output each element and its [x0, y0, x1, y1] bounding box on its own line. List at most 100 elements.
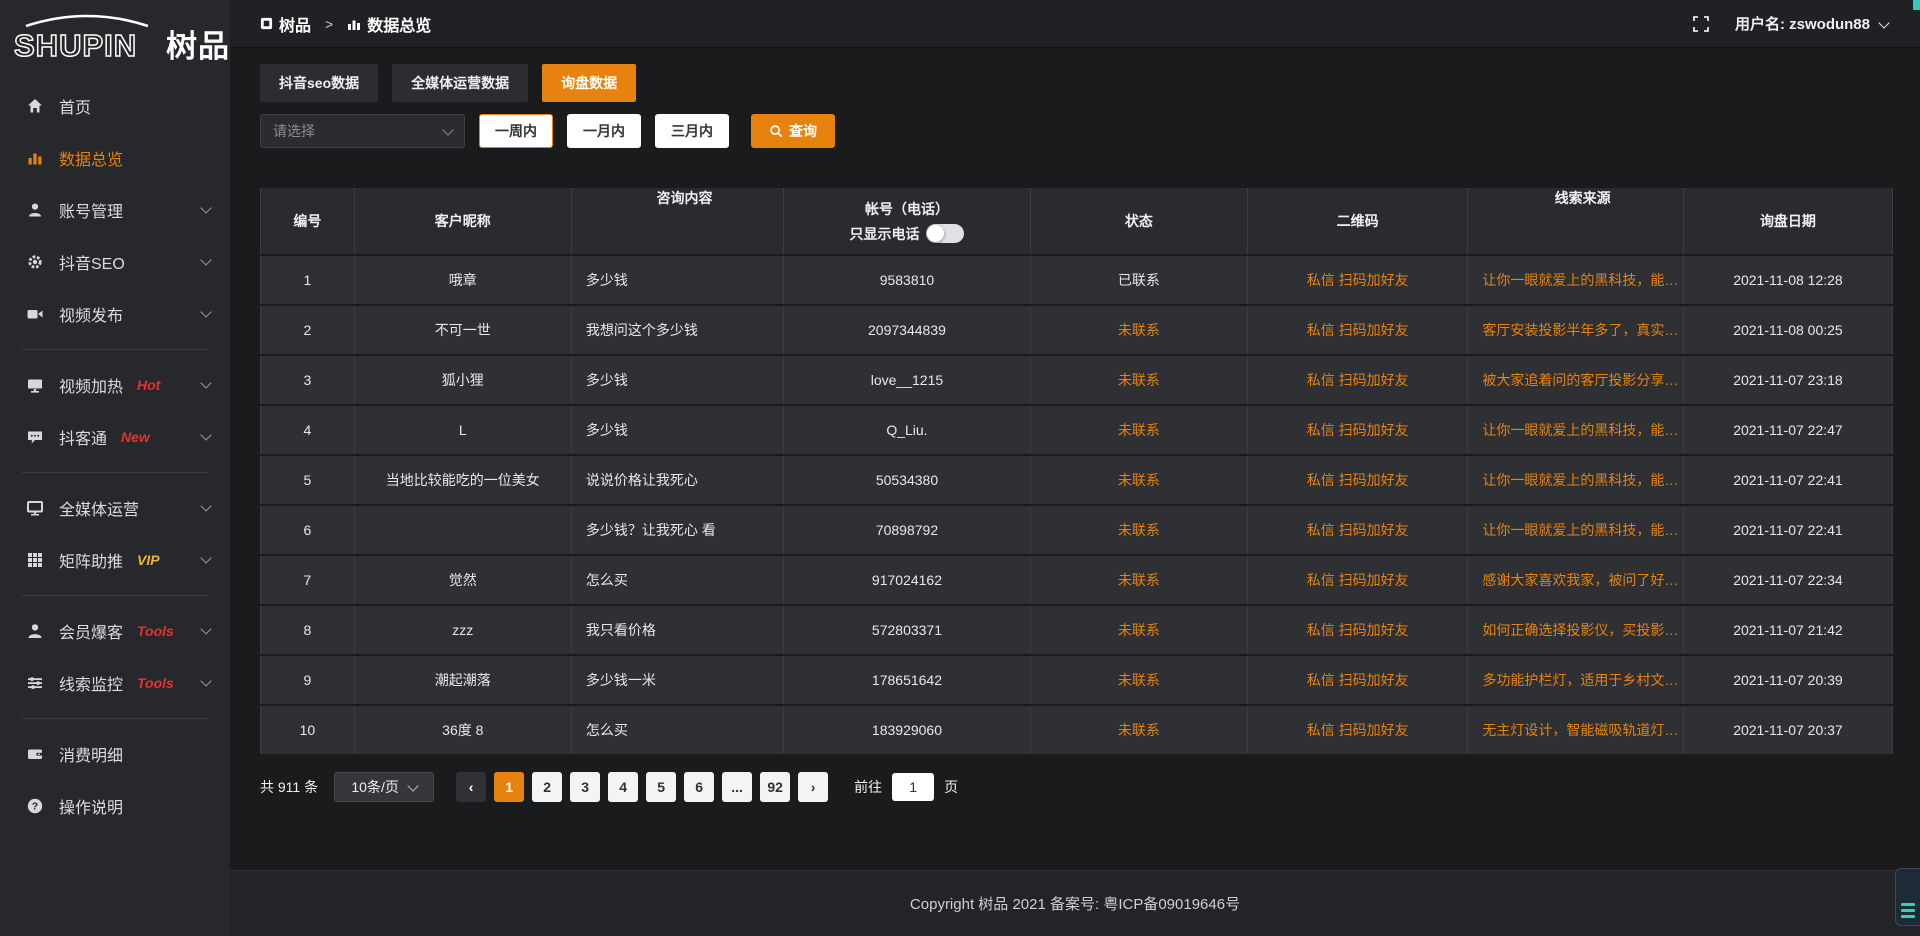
sidebar-item-consumption-detail[interactable]: 消费明细	[0, 728, 230, 780]
page-button[interactable]: 3	[570, 772, 600, 802]
page-button[interactable]: 2	[532, 772, 562, 802]
cell-date: 2021-11-07 23:18	[1684, 356, 1893, 404]
range-month-button[interactable]: 一月内	[567, 114, 641, 148]
tab-inquiry-data[interactable]: 询盘数据	[542, 64, 636, 102]
tab-media-operation-data[interactable]: 全媒体运营数据	[392, 64, 528, 102]
cell-account: 917024162	[784, 556, 1031, 604]
qr-friend-links[interactable]: 私信 扫码加好友	[1307, 370, 1409, 390]
cell-date: 2021-11-07 20:37	[1684, 706, 1893, 754]
lead-source-link[interactable]: 被大家追着问的客厅投影分享…	[1482, 370, 1678, 390]
cell-date: 2021-11-08 00:25	[1684, 306, 1893, 354]
sidebar-item-doukotong[interactable]: 抖客通 New	[0, 411, 230, 463]
qr-friend-links[interactable]: 私信 扫码加好友	[1307, 470, 1409, 490]
cell-nickname: 36度 8	[355, 706, 572, 754]
sidebar-item-matrix-boost[interactable]: 矩阵助推 VIP	[0, 534, 230, 586]
qr-friend-links[interactable]: 私信 扫码加好友	[1307, 420, 1409, 440]
range-quarter-button[interactable]: 三月内	[655, 114, 729, 148]
cell-account: 572803371	[784, 606, 1031, 654]
page-size-select[interactable]: 10条/页	[334, 772, 434, 802]
status-text: 未联系	[1118, 320, 1160, 340]
sidebar-item-account-management[interactable]: 账号管理	[0, 184, 230, 236]
cell-content: 怎么买	[572, 706, 784, 754]
cell-nickname: 当地比较能吃的一位美女	[355, 456, 572, 504]
home-icon	[26, 97, 44, 115]
qr-friend-links[interactable]: 私信 扫码加好友	[1307, 670, 1409, 690]
fullscreen-icon[interactable]	[1693, 16, 1709, 32]
sidebar-item-operation-guide[interactable]: ? 操作说明	[0, 780, 230, 832]
person-icon	[26, 622, 44, 640]
sidebar-item-data-overview[interactable]: 数据总览	[0, 132, 230, 184]
sidebar-item-media-operation[interactable]: 全媒体运营	[0, 482, 230, 534]
qr-friend-links[interactable]: 私信 扫码加好友	[1307, 720, 1409, 740]
cell-serial: 3	[260, 356, 355, 404]
search-button[interactable]: 查询	[751, 114, 835, 148]
monitor-icon	[26, 376, 44, 394]
prev-page-button[interactable]: ‹	[456, 772, 486, 802]
qr-friend-links[interactable]: 私信 扫码加好友	[1307, 320, 1409, 340]
svg-text:?: ?	[32, 801, 38, 813]
page-button[interactable]: 4	[608, 772, 638, 802]
username-label: 用户名: zswodun88	[1735, 13, 1870, 34]
sidebar-item-lead-monitor[interactable]: 线索监控 Tools	[0, 657, 230, 709]
lead-source-link[interactable]: 让你一眼就爱上的黑科技，能…	[1482, 470, 1678, 490]
cell-account: 9583810	[784, 256, 1031, 304]
breadcrumb-current[interactable]: 数据总览	[367, 12, 431, 36]
inquiry-table: 编号 客户昵称 咨询内容 帐号（电话） 只显示电话 状态 二维码 线索来源 询盘…	[260, 188, 1893, 754]
app-square-icon	[260, 17, 273, 30]
status-text: 未联系	[1118, 720, 1160, 740]
bar-chart-icon	[26, 149, 44, 167]
page-button[interactable]: 1	[494, 772, 524, 802]
col-status: 状态	[1031, 188, 1248, 254]
sidebar-item-video-heating[interactable]: 视频加热 Hot	[0, 359, 230, 411]
breadcrumb-root[interactable]: 树品	[279, 12, 311, 36]
table-header: 编号 客户昵称 咨询内容 帐号（电话） 只显示电话 状态 二维码 线索来源 询盘…	[260, 188, 1893, 254]
lead-source-link[interactable]: 客厅安装投影半年多了，真实…	[1482, 320, 1678, 340]
sidebar-divider	[22, 349, 208, 350]
lead-source-link[interactable]: 如何正确选择投影仪，买投影…	[1482, 620, 1678, 640]
lead-source-link[interactable]: 让你一眼就爱上的黑科技，能…	[1482, 420, 1678, 440]
sidebar-item-member-baoke[interactable]: 会员爆客 Tools	[0, 605, 230, 657]
tab-douyin-seo-data[interactable]: 抖音seo数据	[260, 64, 378, 102]
qr-friend-links[interactable]: 私信 扫码加好友	[1307, 270, 1409, 290]
account-select[interactable]: 请选择	[260, 114, 465, 148]
cell-serial: 6	[260, 506, 355, 554]
qr-friend-links[interactable]: 私信 扫码加好友	[1307, 620, 1409, 640]
qr-friend-links[interactable]: 私信 扫码加好友	[1307, 520, 1409, 540]
main-column: 树品 > 数据总览 用户名: zswodun88 抖音seo数据	[230, 0, 1920, 936]
app-root: SHUPIN 树品 首页 数据总览 账号管理	[0, 0, 1920, 936]
lead-source-link[interactable]: 感谢大家喜欢我家，被问了好…	[1482, 570, 1678, 590]
lead-source-link[interactable]: 多功能护栏灯，适用于乡村文…	[1482, 670, 1678, 690]
user-menu[interactable]: 用户名: zswodun88	[1735, 13, 1888, 34]
page-button[interactable]: 6	[684, 772, 714, 802]
goto-page-input[interactable]	[892, 773, 934, 801]
lead-source-link[interactable]: 无主灯设计，智能磁吸轨道灯…	[1482, 720, 1678, 740]
logo: SHUPIN 树品	[0, 8, 230, 70]
cell-account: 178651642	[784, 656, 1031, 704]
page-button[interactable]: ...	[722, 772, 752, 802]
qr-friend-links[interactable]: 私信 扫码加好友	[1307, 570, 1409, 590]
cell-serial: 10	[260, 706, 355, 754]
table-row: 10 36度 8 怎么买 183929060 未联系 私信 扫码加好友 无主灯设…	[260, 706, 1893, 754]
phone-only-toggle[interactable]	[926, 224, 964, 243]
chevron-down-icon	[1878, 17, 1889, 28]
cell-account: 50534380	[784, 456, 1031, 504]
table-row: 1 哦章 多少钱 9583810 已联系 私信 扫码加好友 让你一眼就爱上的黑科…	[260, 256, 1893, 304]
range-week-button[interactable]: 一周内	[479, 114, 553, 148]
page-button[interactable]: 92	[760, 772, 790, 802]
cell-date: 2021-11-07 21:42	[1684, 606, 1893, 654]
sidebar-item-video-publish[interactable]: 视频发布	[0, 288, 230, 340]
lead-source-link[interactable]: 让你一眼就爱上的黑科技，能…	[1482, 270, 1678, 290]
copyright-text: Copyright 树品 2021 备案号: 粤ICP备09019646号	[910, 893, 1240, 914]
sidebar-item-douyin-seo[interactable]: 抖音SEO	[0, 236, 230, 288]
lead-source-link[interactable]: 让你一眼就爱上的黑科技，能…	[1482, 520, 1678, 540]
page-button[interactable]: 5	[646, 772, 676, 802]
cell-date: 2021-11-07 22:41	[1684, 506, 1893, 554]
col-content: 咨询内容	[572, 188, 784, 254]
help-circle-icon: ?	[26, 797, 44, 815]
floating-widget[interactable]	[1895, 868, 1920, 926]
wallet-icon	[26, 745, 44, 763]
cell-date: 2021-11-07 22:41	[1684, 456, 1893, 504]
next-page-button[interactable]: ›	[798, 772, 828, 802]
cell-nickname: zzz	[355, 606, 572, 654]
sidebar-item-home[interactable]: 首页	[0, 80, 230, 132]
